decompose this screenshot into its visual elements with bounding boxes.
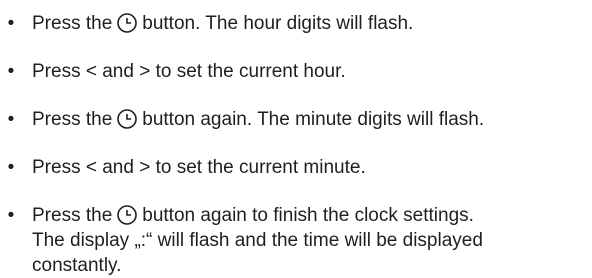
clock-icon [116, 204, 138, 226]
bullet: • [7, 13, 15, 34]
clock-icon [116, 108, 138, 130]
bullet: • [7, 157, 15, 178]
step-line: The display „:“ will flash and the time … [32, 230, 483, 251]
bullet: • [7, 61, 15, 82]
bullet: • [7, 205, 15, 226]
bullet: • [7, 109, 15, 130]
step-line: Press the button again to finish the cloc… [32, 204, 474, 226]
step-text: Press the button again to finish the cloc… [32, 203, 588, 278]
step-line: constantly. [32, 255, 122, 276]
step-text: Press < and > to set the current minute. [32, 157, 366, 178]
clock-icon [116, 12, 138, 34]
step-text: Press < and > to set the current hour. [32, 61, 346, 82]
step-text: Press the button. The hour digits will fl… [32, 12, 414, 34]
step-text: Press the button again. The minute digits… [32, 108, 485, 130]
